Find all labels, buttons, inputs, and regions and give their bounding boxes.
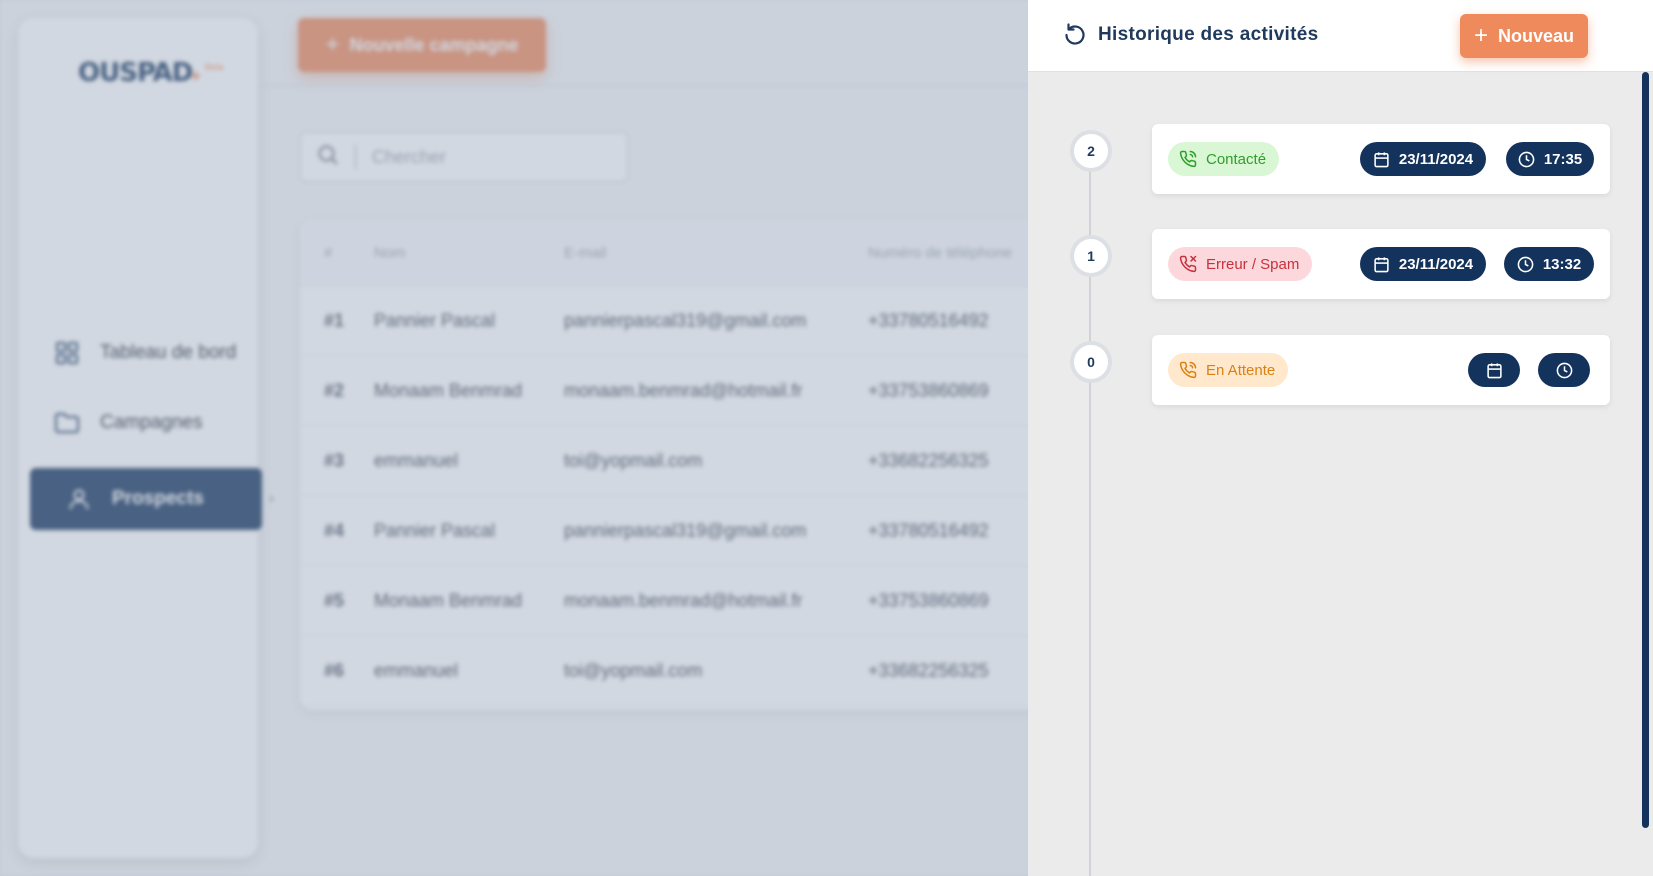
time-text: 17:35 — [1543, 150, 1583, 168]
new-activity-button[interactable]: + Nouveau — [1460, 14, 1588, 58]
phone-icon — [1179, 361, 1197, 379]
activity-card[interactable]: Erreur / Spam 23/11/2024 13:32 — [1152, 229, 1610, 299]
time-text: 13:32 — [1542, 255, 1582, 273]
date-text: 23/11/2024 — [1398, 255, 1474, 273]
time-badge — [1538, 353, 1590, 387]
date-badge — [1468, 353, 1520, 387]
history-icon — [1065, 23, 1085, 45]
calendar-icon — [1374, 151, 1389, 167]
clock-icon — [1518, 151, 1535, 167]
calendar-icon — [1374, 256, 1389, 272]
clock-icon — [1556, 362, 1572, 378]
drawer-title: Historique des activités — [1062, 22, 1319, 48]
drawer-title-text: Historique des activités — [1098, 24, 1319, 45]
plus-icon: + — [1473, 22, 1488, 49]
new-activity-label: Nouveau — [1497, 25, 1575, 46]
phone-missed-icon — [1179, 255, 1197, 273]
status-badge: Contacté — [1168, 142, 1280, 176]
activity-item: 0 En Attente — [1028, 335, 1628, 407]
clock-icon — [1517, 256, 1534, 272]
date-text: 23/11/2024 — [1398, 150, 1474, 168]
activity-item: 1 Erreur / Spam 23/11/2024 13:32 — [1028, 229, 1628, 301]
phone-icon — [1179, 150, 1197, 168]
calendar-icon — [1486, 362, 1502, 378]
status-label: Contacté — [1206, 150, 1267, 168]
activity-card[interactable]: Contacté 23/11/2024 17:35 — [1152, 124, 1610, 194]
activity-index-badge: 1 — [1070, 235, 1112, 277]
status-label: En Attente — [1206, 361, 1276, 379]
time-badge: 13:32 — [1504, 247, 1594, 281]
activity-item: 2 Contacté 23/11/2024 17:35 — [1028, 124, 1628, 196]
activity-index-badge: 2 — [1070, 130, 1112, 172]
activity-index-badge: 0 — [1070, 341, 1112, 383]
activity-history-drawer: Historique des activités + Nouveau 2 Con… — [1028, 0, 1653, 876]
modal-backdrop[interactable] — [0, 0, 1028, 876]
status-badge: En Attente — [1168, 353, 1289, 387]
activity-card[interactable]: En Attente — [1152, 335, 1610, 405]
time-badge: 17:35 — [1506, 142, 1594, 176]
date-badge: 23/11/2024 — [1360, 247, 1486, 281]
status-label: Erreur / Spam — [1206, 255, 1300, 273]
status-badge: Erreur / Spam — [1168, 247, 1313, 281]
drawer-header: Historique des activités + Nouveau — [1028, 0, 1653, 72]
date-badge: 23/11/2024 — [1360, 142, 1486, 176]
scrollbar[interactable] — [1642, 72, 1649, 828]
